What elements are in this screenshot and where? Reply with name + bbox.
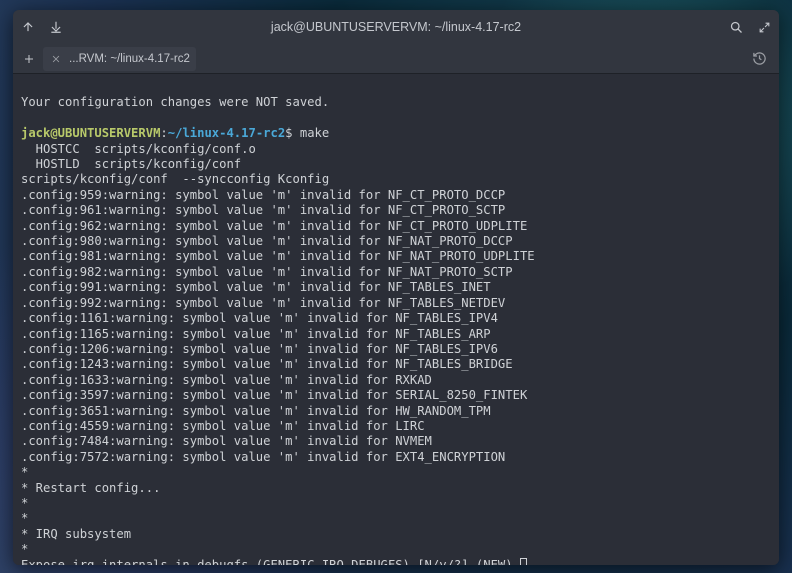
prompt-dollar: $ xyxy=(285,126,300,140)
close-icon[interactable] xyxy=(51,54,61,64)
new-tab-button[interactable] xyxy=(19,49,39,69)
line-sync: scripts/kconfig/conf --syncconfig Kconfi… xyxy=(21,172,329,186)
tab-history-button[interactable] xyxy=(752,51,773,66)
prompt-colon: : xyxy=(160,126,167,140)
command: make xyxy=(300,126,329,140)
line-restart: * Restart config... xyxy=(21,481,160,495)
upload-icon[interactable] xyxy=(21,20,35,34)
tab-terminal[interactable]: ...RVM: ~/linux-4.17-rc2 xyxy=(43,47,196,71)
prompt-user: jack@UBUNTUSERVERVM xyxy=(21,126,160,140)
line-saved: Your configuration changes were NOT save… xyxy=(21,95,329,109)
line-irq: * IRQ subsystem xyxy=(21,527,131,541)
line: * xyxy=(21,496,28,510)
fullscreen-icon[interactable] xyxy=(758,21,771,34)
terminal-output[interactable]: Your configuration changes were NOT save… xyxy=(13,74,779,565)
line-prompt: Expose irq internals in debugfs (GENERIC… xyxy=(21,558,520,565)
titlebar: jack@UBUNTUSERVERVM: ~/linux-4.17-rc2 xyxy=(13,10,779,44)
prompt-path: ~/linux-4.17-rc2 xyxy=(168,126,285,140)
line: * xyxy=(21,465,28,479)
tab-bar: ...RVM: ~/linux-4.17-rc2 xyxy=(13,44,779,74)
line-hostcc: HOSTCC scripts/kconfig/conf.o xyxy=(21,142,256,156)
titlebar-right xyxy=(671,20,771,35)
tab-label: ...RVM: ~/linux-4.17-rc2 xyxy=(69,53,190,65)
cursor xyxy=(520,558,527,565)
line: * xyxy=(21,511,28,525)
search-icon[interactable] xyxy=(729,20,744,35)
line: * xyxy=(21,542,28,556)
terminal-window: jack@UBUNTUSERVERVM: ~/linux-4.17-rc2 ..… xyxy=(13,10,779,565)
warnings-block: .config:959:warning: symbol value 'm' in… xyxy=(21,188,535,464)
line-hostld: HOSTLD scripts/kconfig/conf xyxy=(21,157,241,171)
download-icon[interactable] xyxy=(49,20,63,34)
window-title: jack@UBUNTUSERVERVM: ~/linux-4.17-rc2 xyxy=(121,20,671,34)
titlebar-left xyxy=(21,20,121,34)
